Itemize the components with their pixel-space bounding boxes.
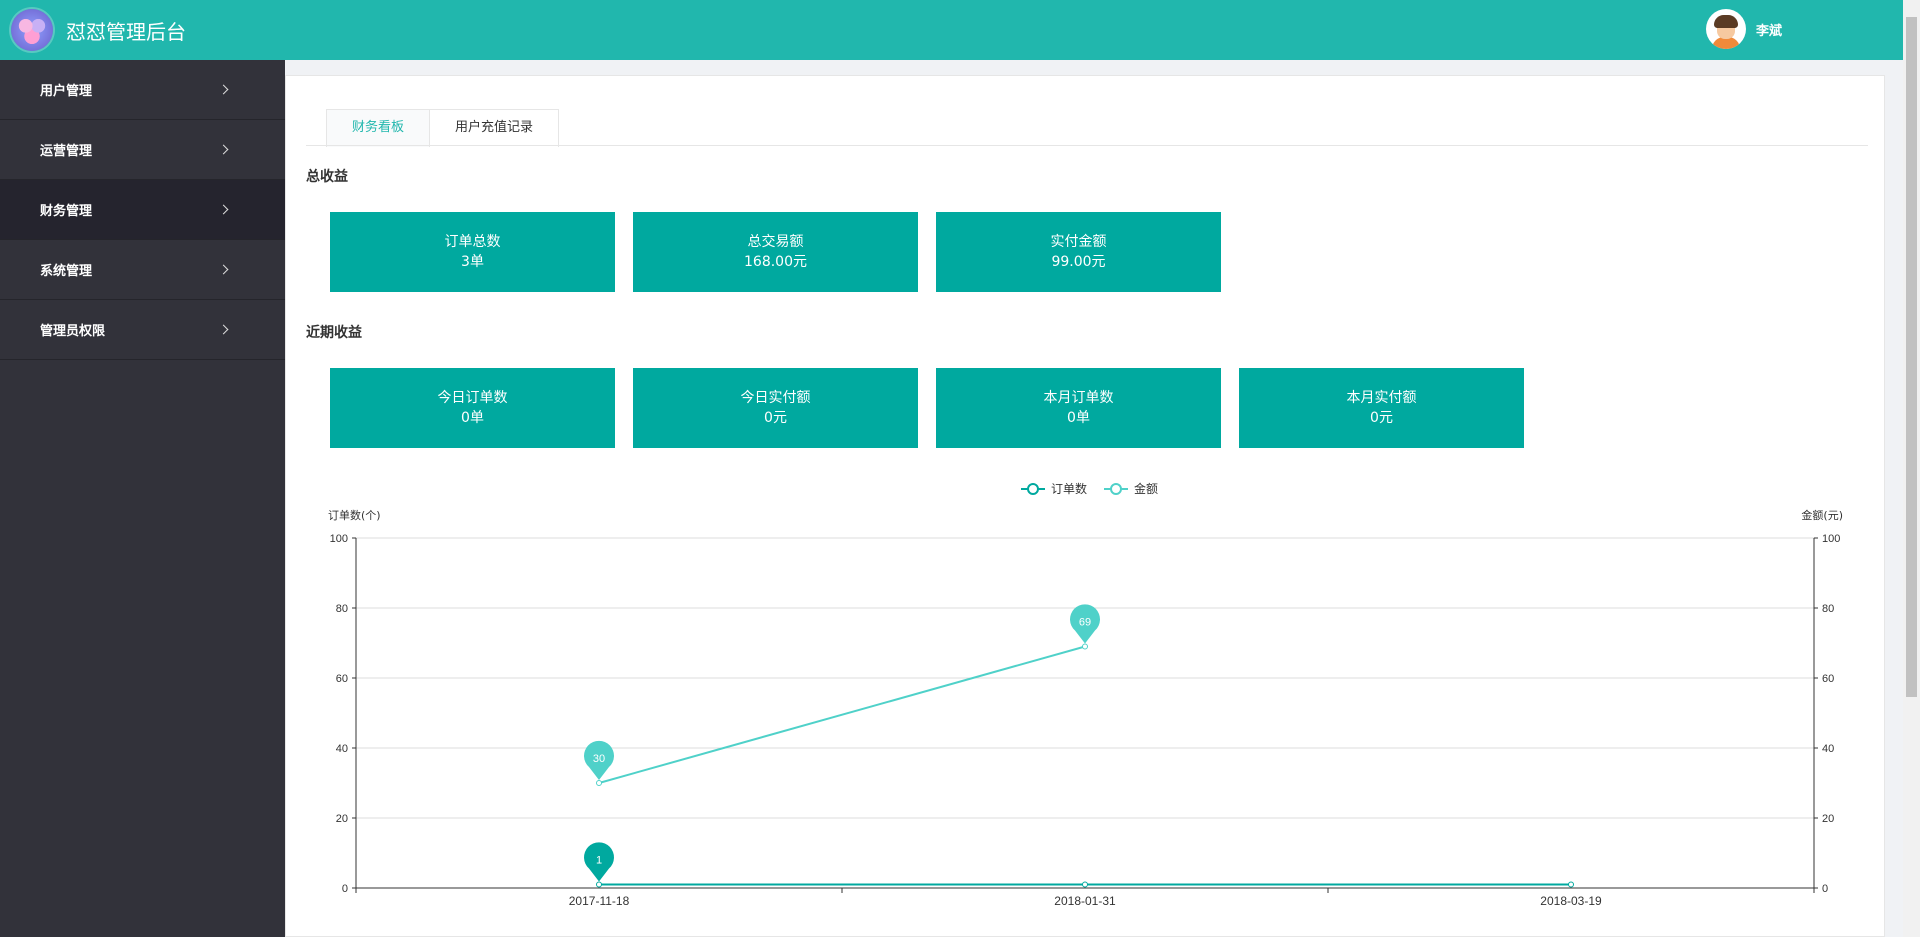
sidebar-item-label: 管理员权限 [40, 324, 106, 339]
y-tick-label-right: 20 [1822, 813, 1834, 825]
sidebar-item-finance[interactable]: 财务管理 [0, 180, 285, 240]
legend-label: 订单数 [1051, 481, 1087, 496]
main-panel: 财务看板 用户充值记录 总收益 订单总数 3单 总交易额 168.00元 实付金… [285, 75, 1885, 937]
y-tick-label-left: 60 [336, 673, 348, 685]
data-point [596, 881, 602, 888]
y-tick-label-right: 100 [1822, 533, 1840, 545]
sidebar-item-system[interactable]: 系统管理 [0, 240, 285, 300]
y-axis-label-right: 金额(元) [1801, 508, 1843, 522]
x-tick-label: 2017-11-18 [569, 894, 630, 908]
sidebar-item-operations[interactable]: 运营管理 [0, 120, 285, 180]
data-point [1568, 881, 1574, 888]
page-scrollbar[interactable] [1903, 0, 1920, 937]
data-point [1082, 643, 1088, 650]
marker-label: 30 [593, 753, 605, 765]
sidebar-item-user-management[interactable]: 用户管理 [0, 60, 285, 120]
sidebar-item-admin-permissions[interactable]: 管理员权限 [0, 300, 285, 360]
y-tick-label-left: 100 [330, 533, 348, 545]
legend-marker [1027, 483, 1039, 495]
y-tick-label-left: 20 [336, 813, 348, 825]
chevron-right-icon [218, 144, 229, 155]
chevron-right-icon [218, 324, 229, 335]
sidebar: 用户管理 运营管理 财务管理 系统管理 管理员权限 [0, 60, 285, 937]
y-tick-label-right: 60 [1822, 673, 1834, 685]
top-bar: 怼怼管理后台 李斌 [0, 0, 1903, 60]
sidebar-item-label: 用户管理 [40, 84, 93, 99]
sidebar-item-label: 运营管理 [40, 144, 93, 159]
scrollbar-thumb[interactable] [1906, 17, 1917, 697]
data-point [596, 780, 602, 786]
marker-label: 1 [596, 855, 602, 867]
marker-label: 69 [1079, 617, 1091, 629]
sidebar-item-label: 财务管理 [40, 204, 93, 219]
y-tick-label-right: 80 [1822, 603, 1834, 615]
y-tick-label-left: 80 [336, 603, 348, 615]
user-name[interactable]: 李斌 [1756, 20, 1782, 39]
x-tick-label: 2018-03-19 [1540, 894, 1602, 908]
y-axis-label-left: 订单数(个) [328, 509, 381, 522]
chevron-right-icon [218, 84, 229, 95]
y-tick-label-right: 0 [1822, 883, 1828, 895]
legend-marker [1110, 483, 1122, 495]
app-title: 怼怼管理后台 [66, 19, 186, 44]
app-logo [11, 9, 53, 51]
legend-label: 金额 [1134, 481, 1158, 496]
user-menu[interactable]: 李斌 [1705, 9, 1782, 49]
chevron-right-icon [218, 264, 229, 275]
chevron-right-icon [218, 204, 229, 215]
finance-line-chart: 0 0 20 20 40 40 60 60 80 80 100 100 2017-11-18 2018-0… [328, 481, 1843, 908]
series-line [598, 645, 1086, 784]
y-tick-label-left: 40 [336, 743, 348, 755]
y-tick-label-right: 40 [1822, 743, 1834, 755]
avatar[interactable] [1705, 9, 1746, 49]
x-tick-label: 2018-01-31 [1054, 894, 1116, 908]
y-tick-label-left: 0 [342, 883, 348, 895]
sidebar-item-label: 系统管理 [40, 264, 93, 279]
data-point [1082, 881, 1088, 888]
